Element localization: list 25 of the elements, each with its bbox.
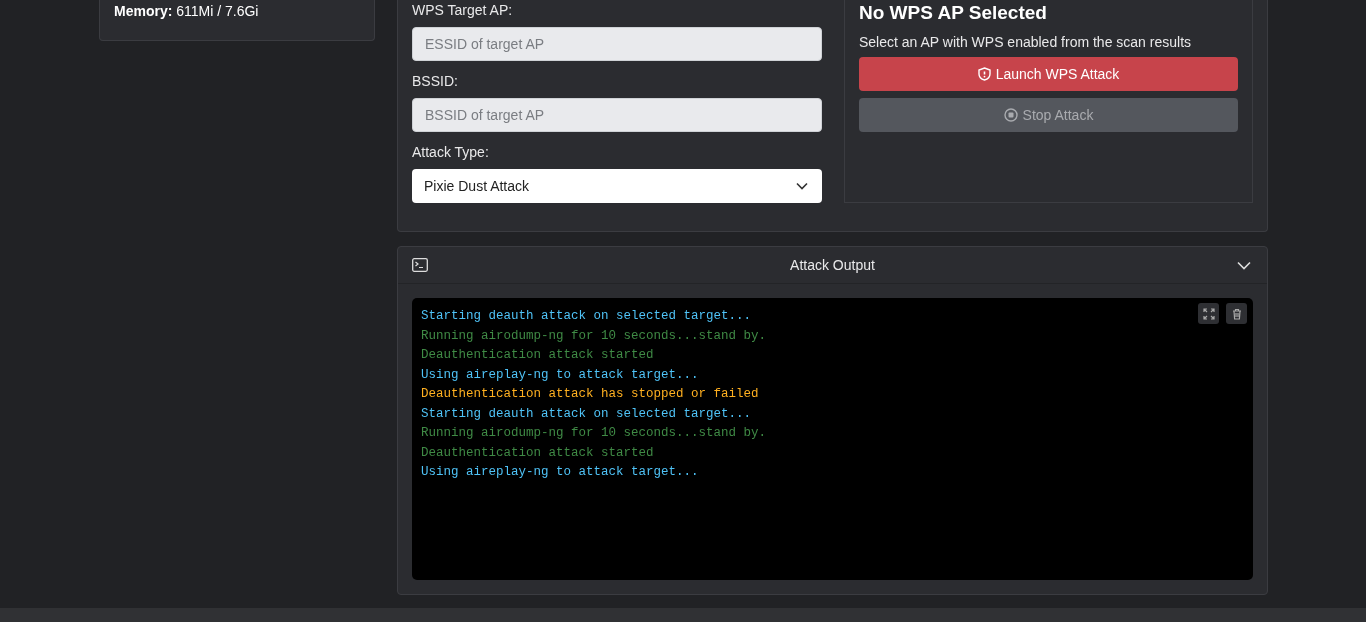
log-line: Starting deauth attack on selected target... <box>421 308 752 325</box>
log-line: Running airodump-ng for 10 seconds...stand by. <box>421 425 767 442</box>
log-line: Running airodump-ng for 10 seconds...stand by. <box>421 327 767 345</box>
shield-icon <box>977 67 991 81</box>
chevron-icon <box>1237 260 1251 270</box>
log-line: Deauthentication attack has stopped or failed <box>421 386 759 403</box>
log-line: Starting deauth attack on selected target... <box>421 405 752 423</box>
terminal-icon <box>412 258 428 272</box>
status-title: No WPS AP Selected <box>859 2 1048 24</box>
launch-button[interactable]: Launch WPS Attack <box>859 57 1238 91</box>
status-hint: Select an AP with WPS enabled from the scan results <box>859 34 1193 50</box>
stop-circle-icon <box>1003 108 1018 122</box>
attack-type-select[interactable]: Pixie Dust Attack <box>412 169 822 203</box>
field-label: BSSID: <box>412 72 459 91</box>
field-label: Attack Type: <box>412 143 490 162</box>
log-line: Deauthentication attack started <box>421 444 654 462</box>
memory-text: Memory: 611Mi / 7.6Gi <box>114 3 259 19</box>
output-panel-header[interactable]: Attack Output <box>398 247 1267 284</box>
log-line: Deauthentication attack started <box>421 347 654 364</box>
field-label: WPS Target AP: <box>412 1 514 20</box>
log-line: Using aireplay-ng to attack target... <box>421 464 699 481</box>
log-line: Using aireplay-ng to attack target... <box>421 366 699 384</box>
chevron-down-icon <box>796 182 808 190</box>
trash-icon[interactable] <box>1226 303 1247 324</box>
expand-icon[interactable] <box>1198 303 1219 324</box>
